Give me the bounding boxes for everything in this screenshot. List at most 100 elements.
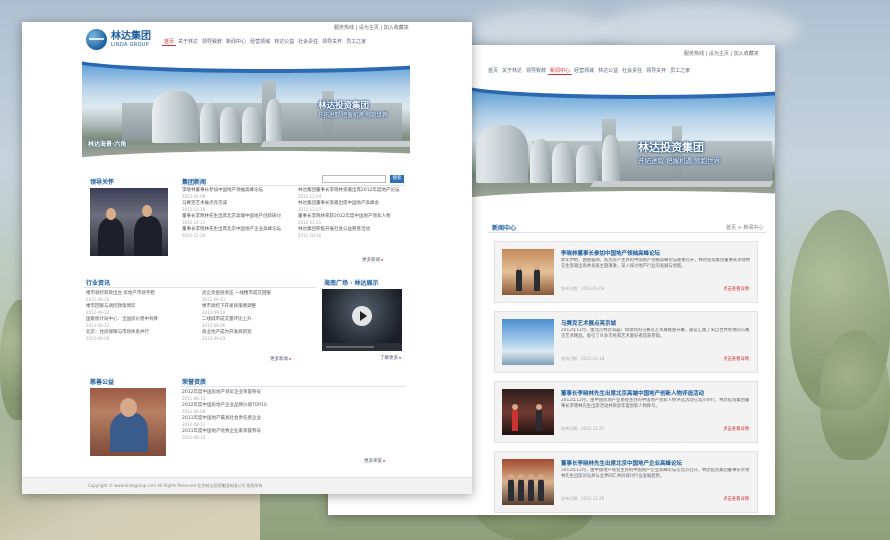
nav-staff[interactable]: 员工之家 xyxy=(344,38,368,46)
list-item[interactable]: 2012年度中国房地产企业品牌价值TOP10 2012-08-09 xyxy=(182,403,402,415)
news-more-link[interactable]: 点击查看详情 xyxy=(723,496,749,502)
news-item[interactable]: 马赛克艺术展点亮京城 2012年12月，由北京林达海晨广场承办的马赛克艺术展隆重… xyxy=(494,311,758,373)
top-links[interactable]: 服务热线 | 设为主页 | 加入收藏夹 xyxy=(684,50,759,57)
banner-building xyxy=(552,143,574,183)
breadcrumb[interactable]: 首页 > 新闻中心 xyxy=(726,224,763,231)
top-links[interactable]: 服务热线 | 设为主页 | 加入收藏夹 xyxy=(334,24,409,31)
nav-staff[interactable]: 员工之家 xyxy=(668,67,692,75)
list-item[interactable]: 楼市调控下开发商策略调整 2012-09-10 xyxy=(202,304,314,316)
list-item[interactable]: 2012年度中国房地产领军企业荣誉称号 2011-08-13 xyxy=(182,390,402,402)
news-more-link[interactable]: 点击查看详情 xyxy=(723,286,749,292)
nav-responsibility[interactable]: 社会责任 xyxy=(296,38,320,46)
photo-person xyxy=(98,218,124,256)
awards-more-link[interactable]: 更多荣誉 xyxy=(364,458,386,464)
hero-banner: 林达投资集团 开拓进取 把握机遇 领跑世界 林达海景·六角 xyxy=(82,57,410,161)
banner-road xyxy=(590,181,774,187)
banner-swoosh xyxy=(472,191,775,201)
list-item[interactable]: 房企资金链承压 一线楼市成交回暖 2012-09-11 xyxy=(202,291,314,303)
news-thumbnail[interactable] xyxy=(502,389,554,435)
news-title[interactable]: 董事长李晓林先生出席北京高端中国地产创新人物评选活动 xyxy=(561,389,704,397)
list-item[interactable]: 楼市回暖与调控政策博弈 2012-09-14 xyxy=(86,304,198,316)
brand-logo[interactable]: 林达集团 LINDA GROUP xyxy=(86,29,151,50)
photo-person xyxy=(110,412,148,452)
section-divider xyxy=(488,232,766,233)
thumb-figure xyxy=(516,264,522,291)
nav-about[interactable]: 关于林达 xyxy=(176,38,200,46)
nav-home[interactable]: 首页 xyxy=(162,38,177,46)
news-more-link[interactable]: 点击查看详情 xyxy=(723,356,749,362)
nav-responsibility[interactable]: 社会责任 xyxy=(620,67,644,75)
news-date: 发布日期：2012-12-18 xyxy=(561,356,605,361)
nav-care[interactable]: 领导关怀 xyxy=(320,38,344,46)
list-item[interactable]: 北京：住房保障与市场体系并行 2012-09-08 xyxy=(86,330,198,342)
section-title: 新闻中心 xyxy=(492,225,517,232)
globe-logo-icon xyxy=(86,29,107,50)
photo-person xyxy=(142,205,152,217)
nav-business[interactable]: 经营领域 xyxy=(248,38,272,46)
nav-about[interactable]: 关于林达 xyxy=(500,67,524,75)
list-item[interactable]: 商业地产成为开发商新宠 2012-09-03 xyxy=(202,330,314,342)
nav-news[interactable]: 新闻中心 xyxy=(548,67,573,75)
news-title[interactable]: 马赛克艺术展点亮京城 xyxy=(561,319,616,327)
search-input[interactable] xyxy=(322,175,386,183)
industry-news-list: 楼市调控新政出台 房地产市场平稳 2012-09-16 楼市回暖与调控政策博弈 20… xyxy=(86,291,198,343)
industry-news-more-link[interactable]: 更多新闻 xyxy=(270,356,292,362)
nav-leader-speech[interactable]: 领导致辞 xyxy=(200,38,224,46)
group-news-list: 李晓林董事长参加中国地产领袖高峰论坛 2013-01-09 马赛克艺术展点亮京城 2… xyxy=(182,188,292,240)
news-thumbnail[interactable] xyxy=(502,249,554,295)
banner-swoosh xyxy=(82,151,410,161)
background-tree xyxy=(820,330,890,460)
news-thumbnail[interactable] xyxy=(502,459,554,505)
list-item[interactable]: 2011年度中国地产优秀企业家荣誉称号 2012-08-10 xyxy=(182,429,402,441)
industry-news-title[interactable]: 行业资讯 xyxy=(86,278,110,287)
nav-business[interactable]: 经营领域 xyxy=(572,67,596,75)
list-item[interactable]: 马赛克艺术展点亮京城 2012-12-18 xyxy=(182,201,292,213)
thumb-figure xyxy=(536,404,542,431)
list-item[interactable]: 董事长李晓林先生出席北京中国地产企业高峰论坛 2012-12-20 xyxy=(182,227,292,239)
charity-photo[interactable] xyxy=(90,388,166,456)
news-item[interactable]: 李晓林董事长参加中国地产领袖高峰论坛 新年伊始，由搜狐网、焦点房产主办的中国地产… xyxy=(494,241,758,303)
news-item[interactable]: 董事长李晓林先生出席北京中国地产企业高峰论坛 2012年12月，由中国地产商会主… xyxy=(494,451,758,513)
banner-building xyxy=(476,125,528,183)
list-item[interactable]: 林达集团积极开展社会公益慈善活动 2012-10-16 xyxy=(298,227,408,239)
list-item[interactable]: 二线城市成交量环比上升 2012-09-06 xyxy=(202,317,314,329)
video-controls[interactable] xyxy=(322,343,402,351)
thumb-figure xyxy=(512,404,518,431)
list-item[interactable]: 楼市调控新政出台 房地产市场平稳 2012-09-16 xyxy=(86,291,198,303)
awards-title[interactable]: 荣誉资质 xyxy=(182,377,206,386)
list-item[interactable]: 李晓林董事长参加中国地产领袖高峰论坛 2013-01-09 xyxy=(182,188,292,200)
list-item[interactable]: 董事长李晓林先生出席北京高端中国地产创新研讨 2012-12-21 xyxy=(182,214,292,226)
banner-building xyxy=(266,99,282,143)
news-title[interactable]: 董事长李晓林先生出席北京中国地产企业高峰论坛 xyxy=(561,459,682,467)
group-news-more-link[interactable]: 更多新闻 xyxy=(362,257,384,263)
video-title[interactable]: 海南广场 · 林达展示 xyxy=(324,278,378,287)
news-more-link[interactable]: 点击查看详情 xyxy=(723,426,749,432)
news-date: 发布日期：2012-12-20 xyxy=(561,496,605,501)
news-title[interactable]: 李晓林董事长参加中国地产领袖高峰论坛 xyxy=(561,249,660,257)
nav-home[interactable]: 首页 xyxy=(486,67,500,75)
list-item[interactable]: 国家统计局中心：全国房价稳中有降 2012-09-12 xyxy=(86,317,198,329)
photo-person xyxy=(120,398,137,417)
list-item[interactable]: 林达集团董事长李晓林受邀出席2012年度地产论坛 2012-12-04 xyxy=(298,188,408,200)
photo-person xyxy=(106,208,116,220)
video-more-link[interactable]: 了解更多 xyxy=(380,355,402,361)
list-item[interactable]: 林达集团董事长受邀出席中国地产高峰会 2012-12-07 xyxy=(298,201,408,213)
footer-copyright: Copyright © www.lindagroup.com All Right… xyxy=(88,483,263,488)
nav-care[interactable]: 领导关怀 xyxy=(644,67,668,75)
nav-leader-speech[interactable]: 领导致辞 xyxy=(524,67,548,75)
news-summary: 2012年12月，由北京林达海晨广场承办的马赛克艺术展隆重开幕，展览汇集了来自世… xyxy=(561,328,750,339)
list-item[interactable]: 2011年度中国地产最具社会责任感企业 2012-08-11 xyxy=(182,416,402,428)
charity-title[interactable]: 慈善公益 xyxy=(90,377,114,386)
nav-news[interactable]: 新闻中心 xyxy=(224,38,248,46)
thumb-figure xyxy=(508,474,514,501)
video-player[interactable] xyxy=(322,289,402,351)
leader-photo[interactable] xyxy=(90,188,168,256)
list-item[interactable]: 董事长李晓林荣获2012年度中国地产领军人物 2012-11-21 xyxy=(298,214,408,226)
background-cloud xyxy=(470,10,610,50)
nav-charity[interactable]: 林达公益 xyxy=(272,38,296,46)
nav-charity[interactable]: 林达公益 xyxy=(596,67,620,75)
news-thumbnail[interactable] xyxy=(502,319,554,365)
news-item[interactable]: 董事长李晓林先生出席北京高端中国地产创新人物评选活动 2012年12月，由中国房… xyxy=(494,381,758,443)
search-button[interactable]: 搜索 xyxy=(390,175,404,183)
leader-care-title: 领导关怀 xyxy=(90,179,115,186)
